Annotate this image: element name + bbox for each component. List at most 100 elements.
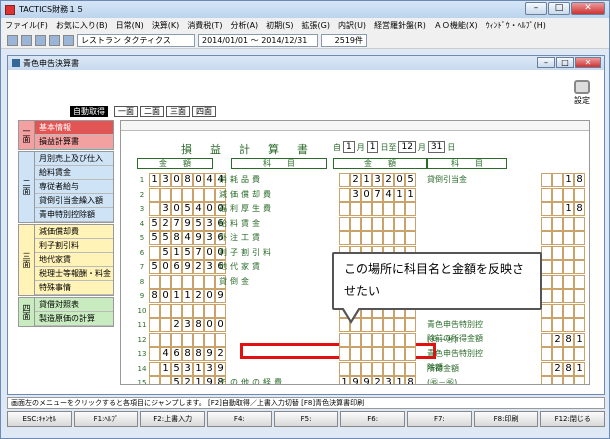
start-day[interactable]: 1 xyxy=(366,141,379,153)
amount-digit xyxy=(372,202,383,216)
amount-digit xyxy=(372,216,383,231)
menu-item[interactable]: ファイル(F) xyxy=(5,20,48,31)
sidebar-item[interactable]: 貸借対照表 xyxy=(35,298,113,312)
amount-digit xyxy=(552,216,563,231)
sidebar-item[interactable]: 減価償却費 xyxy=(35,225,113,239)
amount-digit: 1 xyxy=(405,187,416,202)
menu-item[interactable]: 決算(K) xyxy=(152,20,180,31)
sidebar-item[interactable]: 貸倒引当金繰入額 xyxy=(35,194,113,208)
amount-digit xyxy=(350,347,361,361)
middle-amount-row[interactable] xyxy=(339,216,416,231)
menu-item[interactable]: ＡＯ機能(X) xyxy=(434,20,478,31)
amount-digit xyxy=(182,303,193,318)
amount-digit xyxy=(563,376,574,384)
amount-digit: 7 xyxy=(171,216,182,231)
sidebar-item[interactable]: 基本情報 xyxy=(35,121,113,135)
function-key-button[interactable]: F2:上書入力 xyxy=(140,411,206,427)
right-amount-row[interactable] xyxy=(541,347,585,361)
middle-amount-row[interactable] xyxy=(339,202,416,216)
function-key-button[interactable]: F4: xyxy=(207,411,272,427)
end-month[interactable]: 12 xyxy=(398,141,416,153)
amount-digit xyxy=(182,332,193,347)
page-tab[interactable]: 二面 xyxy=(140,106,164,117)
sidebar-item[interactable]: 専従者給与 xyxy=(35,180,113,194)
right-amount-row[interactable]: 281 xyxy=(541,361,585,376)
middle-amount-row[interactable] xyxy=(339,332,416,347)
child-maximize-button[interactable]: □ xyxy=(556,57,574,68)
function-key-button[interactable]: F12:閉じる xyxy=(540,411,606,427)
menu-item[interactable]: 経営羅針盤(R) xyxy=(374,20,426,31)
sidebar-item[interactable]: 特殊事情 xyxy=(35,281,113,295)
sidebar-item[interactable]: 青申特別控除額 xyxy=(35,208,113,222)
sidebar-item[interactable]: 製造原価の計算 xyxy=(35,312,113,326)
right-amount-row[interactable]: 18 xyxy=(541,173,585,187)
end-day[interactable]: 31 xyxy=(427,141,446,153)
close-button[interactable]: ✕ xyxy=(571,2,605,15)
save-icon[interactable] xyxy=(7,35,18,46)
page-tab[interactable]: 三面 xyxy=(166,106,190,117)
title-bar: TACTICS財務１５ – □ ✕ xyxy=(1,1,609,18)
company-select[interactable]: レストラン タクティクス xyxy=(77,34,195,47)
right-amount-row[interactable]: 281 xyxy=(541,332,585,347)
amount-digit xyxy=(574,260,585,274)
right-amount-row[interactable] xyxy=(541,260,585,274)
sidebar-item[interactable]: 月別売上及び仕入 xyxy=(35,152,113,166)
function-key-button[interactable]: F6: xyxy=(340,411,406,427)
settings-button[interactable]: 設定 xyxy=(570,80,594,106)
middle-amount-row[interactable] xyxy=(339,361,416,376)
amount-digit xyxy=(160,318,171,332)
page-tab[interactable]: 四面 xyxy=(192,106,216,117)
start-month[interactable]: 1 xyxy=(343,141,355,153)
middle-amount-row[interactable] xyxy=(339,347,416,361)
sidebar-item[interactable]: 損益計算書 xyxy=(35,135,113,149)
child-minimize-button[interactable]: – xyxy=(537,57,555,68)
menu-item[interactable]: 消費税(T) xyxy=(187,20,222,31)
amount-digit: 9 xyxy=(193,231,204,245)
sidebar-item[interactable]: 地代家賃 xyxy=(35,253,113,267)
menu-item[interactable]: 拡張(G) xyxy=(302,20,330,31)
function-key-button[interactable]: F1:ﾍﾙﾌﾟ xyxy=(73,411,139,427)
menu-item[interactable]: 日常(N) xyxy=(116,20,144,31)
right-amount-row[interactable] xyxy=(541,216,585,231)
menu-item[interactable]: 分析(A) xyxy=(230,20,258,31)
sidebar-item[interactable]: 給料賃金 xyxy=(35,166,113,180)
middle-amount-row[interactable] xyxy=(339,231,416,245)
right-amount-row[interactable] xyxy=(541,245,585,260)
function-key-button[interactable]: F7: xyxy=(407,411,472,427)
period-field[interactable]: 2014/01/01 ～ 2014/12/31 xyxy=(198,34,318,47)
zoom-icon[interactable] xyxy=(63,35,74,46)
amount-digit: 5 xyxy=(182,245,193,260)
child-close-button[interactable]: ✕ xyxy=(575,57,601,68)
right-amount-row[interactable] xyxy=(541,274,585,289)
middle-amount-row[interactable]: 1992318 xyxy=(339,376,416,384)
page-tab[interactable]: 一面 xyxy=(114,106,138,117)
amount-digit xyxy=(574,376,585,384)
right-amount-row[interactable]: 18 xyxy=(541,202,585,216)
search-icon[interactable] xyxy=(49,35,60,46)
right-amount-row[interactable] xyxy=(541,303,585,318)
calculator-icon[interactable] xyxy=(21,35,32,46)
menu-item[interactable]: 初期(S) xyxy=(266,20,293,31)
amount-digit xyxy=(160,187,171,202)
amount-digit xyxy=(541,347,552,361)
function-key-button[interactable]: ESC:ｷｬﾝｾﾙ xyxy=(7,411,72,427)
function-key-button[interactable]: F8:印刷 xyxy=(473,411,539,427)
right-amount-row[interactable] xyxy=(541,376,585,384)
sidebar-item[interactable]: 税理士等報酬・料金 xyxy=(35,267,113,281)
menu-item[interactable]: ｳｨﾝﾄﾞｳ・ﾍﾙﾌﾟ(H) xyxy=(486,20,546,31)
print-icon[interactable] xyxy=(35,35,46,46)
maximize-button[interactable]: □ xyxy=(548,2,570,15)
right-amount-row[interactable] xyxy=(541,231,585,245)
minimize-button[interactable]: – xyxy=(525,2,547,15)
amount-digit xyxy=(361,231,372,245)
sidebar-item[interactable]: 利子割引料 xyxy=(35,239,113,253)
middle-amount-row[interactable]: 307411 xyxy=(339,187,416,202)
menu-item[interactable]: 内訳(U) xyxy=(338,20,366,31)
right-amount-row[interactable] xyxy=(541,187,585,202)
right-amount-row[interactable] xyxy=(541,289,585,303)
right-amount-row[interactable] xyxy=(541,318,585,332)
function-key-button[interactable]: F5: xyxy=(273,411,339,427)
menu-item[interactable]: お気に入り(B) xyxy=(56,20,108,31)
middle-amount-row[interactable]: 213205 xyxy=(339,173,416,187)
auto-get-indicator[interactable]: 自動取得 xyxy=(70,106,108,117)
